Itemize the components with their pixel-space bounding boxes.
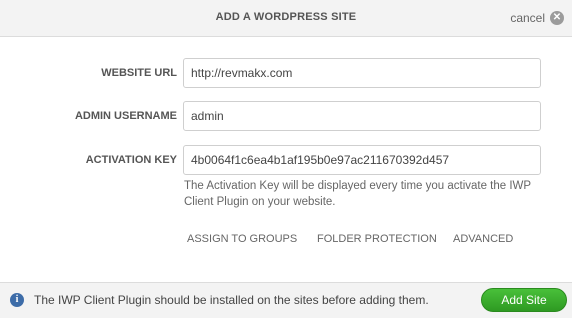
admin-username-field[interactable] (183, 101, 541, 131)
advanced-options-links: ASSIGN TO GROUPS FOLDER PROTECTION ADVAN… (0, 233, 572, 249)
install-note: The IWP Client Plugin should be installe… (34, 293, 429, 307)
info-icon: i (10, 293, 24, 307)
folder-protection-link[interactable]: FOLDER PROTECTION (317, 233, 437, 245)
cancel-button[interactable]: cancel ✕ (510, 11, 564, 25)
add-site-button[interactable]: Add Site (481, 288, 567, 312)
cancel-label: cancel (510, 11, 545, 25)
activation-key-hint: The Activation Key will be displayed eve… (184, 180, 531, 208)
add-site-dialog: ADD A WORDPRESS SITE cancel ✕ WEBSITE UR… (0, 0, 572, 318)
activation-key-field[interactable] (183, 145, 541, 175)
advanced-link[interactable]: ADVANCED (453, 233, 513, 245)
website-url-field[interactable] (183, 58, 541, 88)
dialog-header: ADD A WORDPRESS SITE cancel ✕ (0, 0, 572, 37)
dialog-title: ADD A WORDPRESS SITE (215, 11, 357, 23)
admin-username-label: ADMIN USERNAME (74, 110, 177, 122)
dialog-footer: i The IWP Client Plugin should be instal… (0, 282, 572, 318)
assign-to-groups-link[interactable]: ASSIGN TO GROUPS (187, 233, 297, 245)
website-url-label: WEBSITE URL (101, 67, 177, 79)
close-circle-icon[interactable]: ✕ (550, 11, 564, 25)
activation-key-label: ACTIVATION KEY (85, 154, 177, 166)
